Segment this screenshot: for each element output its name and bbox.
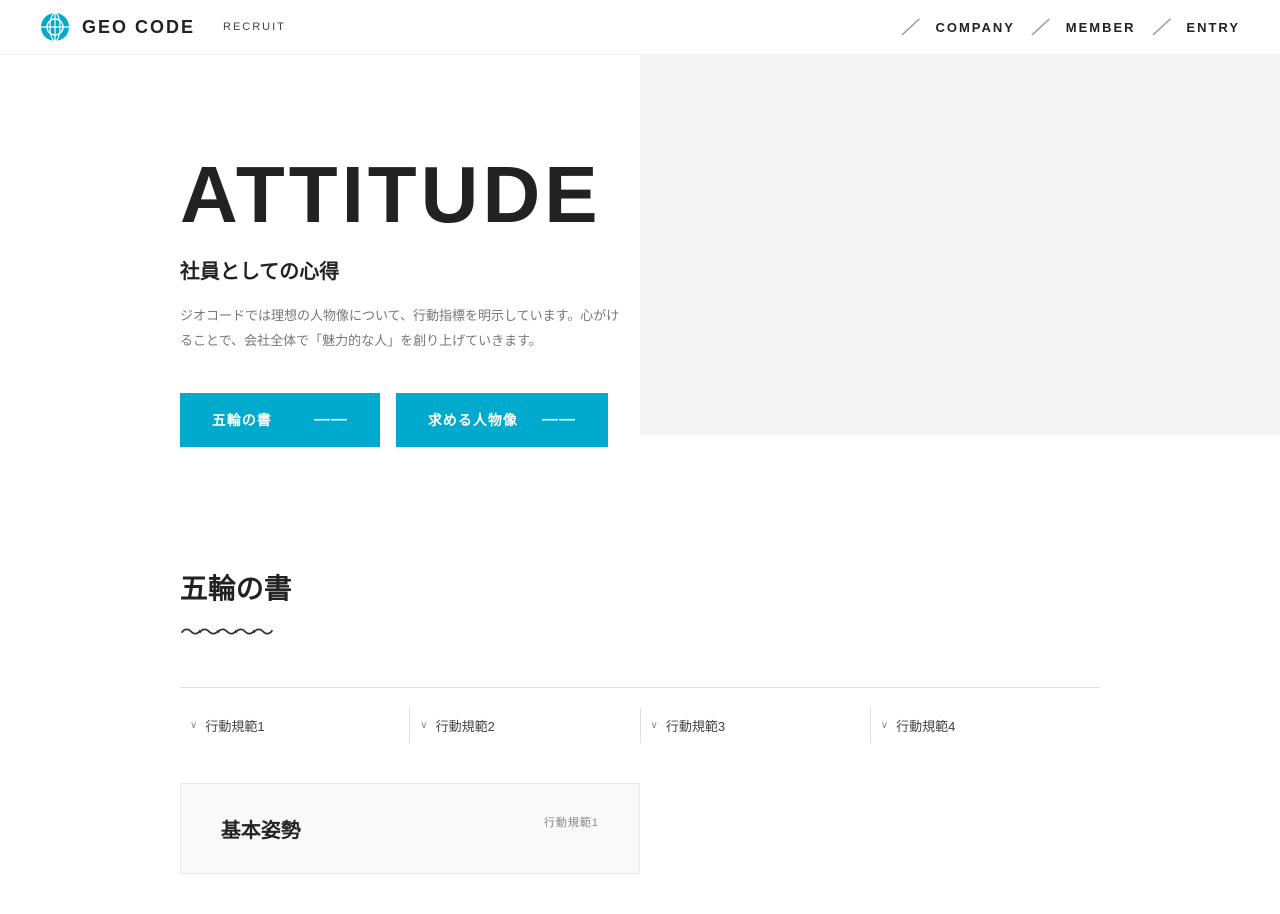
btn-gorinsho-arrow: ——: [314, 411, 348, 429]
btn-persona-arrow: ——: [542, 411, 576, 429]
rule-label-3: 行動規範3: [666, 716, 725, 735]
btn-persona[interactable]: 求める人物像 ——: [396, 393, 608, 447]
hero-content: ATTITUDE 社員としての心得 ジオコードでは理想の人物像について、行動指標…: [180, 115, 620, 447]
rule-item-4[interactable]: ∨ 行動規範4: [871, 708, 1100, 743]
gorinsho-title: 五輪の書: [180, 567, 1100, 607]
hero-background-rect: [640, 55, 1280, 435]
wave-icon: 〜〜〜〜〜: [180, 615, 270, 647]
rule-chevron-4: ∨: [881, 720, 888, 731]
nav-member[interactable]: MEMBER: [1066, 20, 1136, 35]
nav-slash-2: ╱: [1032, 15, 1049, 38]
site-header: GEO CODE RECRUIT ╱ COMPANY ╱ MEMBER ╱ EN…: [0, 0, 1280, 55]
btn-gorinsho[interactable]: 五輪の書 ——: [180, 393, 380, 447]
card-title: 基本姿勢: [221, 814, 301, 843]
hero-description: ジオコードでは理想の人物像について、行動指標を明示しています。心がけることで、会…: [180, 304, 620, 353]
recruit-label: RECRUIT: [223, 21, 286, 33]
rule-chevron-2: ∨: [420, 720, 427, 731]
rule-label-1: 行動規範1: [205, 716, 264, 735]
rule-label-2: 行動規範2: [436, 716, 495, 735]
rules-row: ∨ 行動規範1 ∨ 行動規範2 ∨ 行動規範3 ∨ 行動規範4: [180, 687, 1100, 743]
logo-text: GEO CODE: [82, 17, 195, 38]
rule-item-3[interactable]: ∨ 行動規範3: [641, 708, 871, 743]
logo-area: GEO CODE RECRUIT: [40, 12, 286, 42]
hero-buttons: 五輪の書 —— 求める人物像 ——: [180, 393, 620, 447]
hero-title: ATTITUDE: [180, 155, 620, 235]
card-preview: 基本姿勢 行動規範1: [180, 783, 640, 874]
logo-icon: [40, 12, 70, 42]
card-badge: 行動規範1: [544, 814, 599, 830]
rule-label-4: 行動規範4: [896, 716, 955, 735]
rule-item-1[interactable]: ∨ 行動規範1: [180, 708, 410, 743]
hero-subtitle: 社員としての心得: [180, 255, 620, 284]
rule-chevron-1: ∨: [190, 720, 197, 731]
section-wave-decoration: 〜〜〜〜〜: [180, 615, 1100, 647]
btn-gorinsho-label: 五輪の書: [212, 410, 272, 430]
nav-company[interactable]: COMPANY: [935, 20, 1014, 35]
nav-slash-3: ╱: [1152, 15, 1169, 38]
gorinsho-section: 五輪の書 〜〜〜〜〜 ∨ 行動規範1 ∨ 行動規範2 ∨ 行動規範3 ∨ 行動規…: [0, 507, 1280, 783]
rule-item-2[interactable]: ∨ 行動規範2: [410, 708, 640, 743]
nav-entry[interactable]: ENTRY: [1186, 20, 1240, 35]
main-nav: ╱ COMPANY ╱ MEMBER ╱ ENTRY: [885, 17, 1240, 38]
nav-slash-1: ╱: [901, 15, 918, 38]
rule-chevron-3: ∨: [651, 720, 658, 731]
card-section: 基本姿勢 行動規範1: [0, 783, 1280, 914]
btn-persona-label: 求める人物像: [428, 410, 518, 430]
hero-section: ATTITUDE 社員としての心得 ジオコードでは理想の人物像について、行動指標…: [0, 55, 1280, 507]
